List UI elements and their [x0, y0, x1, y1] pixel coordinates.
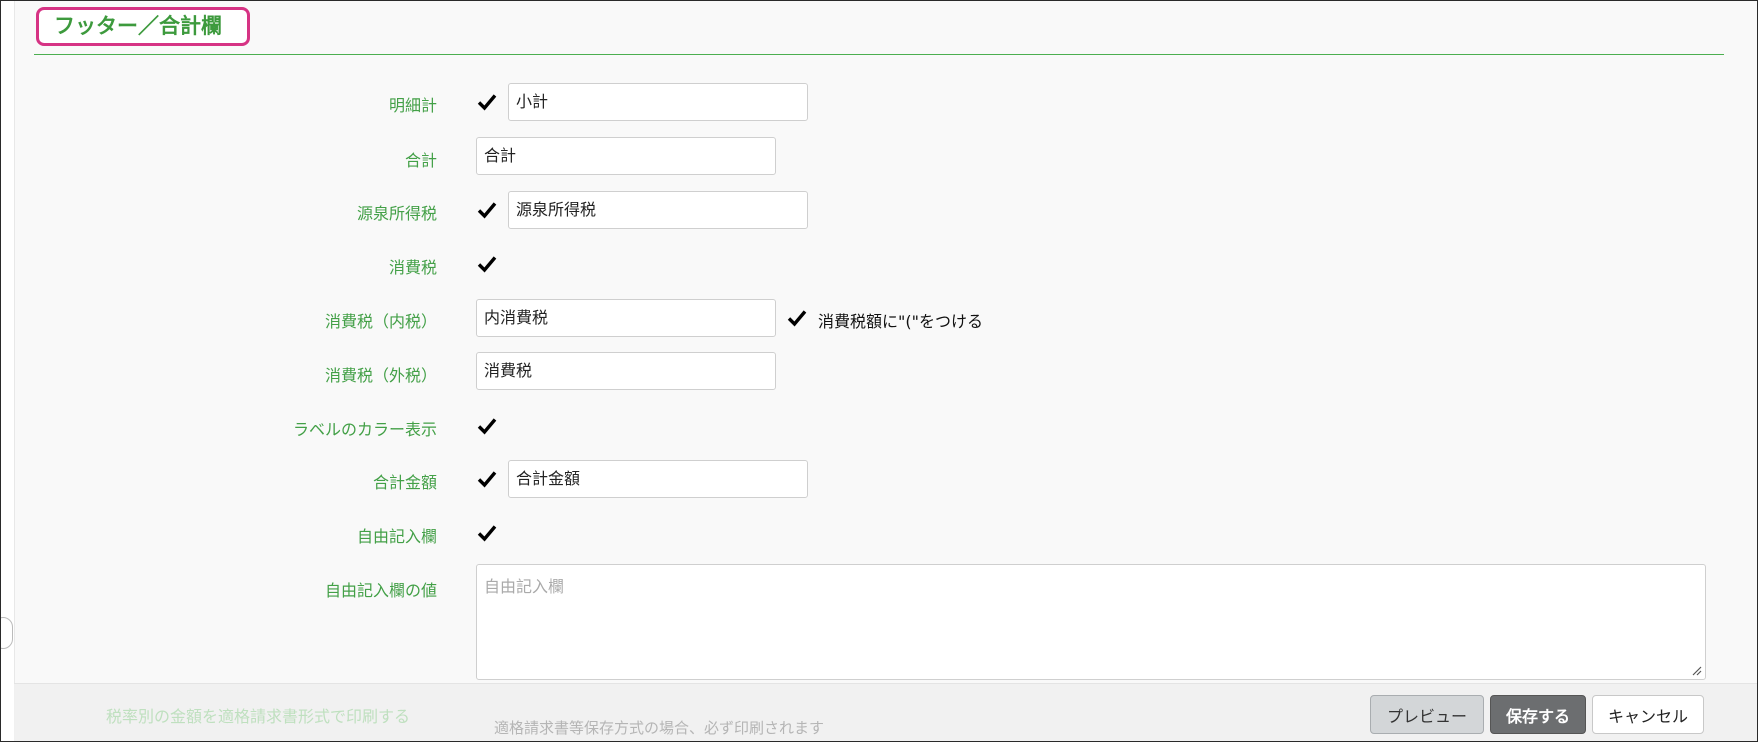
- checkmark-icon: [787, 309, 806, 327]
- input-meisaikei[interactable]: 小計: [508, 83, 808, 121]
- sidebar-toggle-handle[interactable]: [1, 617, 13, 649]
- input-gensen[interactable]: 源泉所得税: [508, 191, 808, 229]
- label-jiyuu: 自由記入欄: [356, 527, 437, 546]
- settings-panel: フッター／合計欄 明細計 小計 合計 合計 源泉所得税 源泉所得税 消費税 消費…: [0, 0, 1758, 742]
- textarea-jiyuu-value[interactable]: 自由記入欄: [476, 564, 1706, 680]
- tax-rate-print-note: 適格請求書等保存方式の場合、必ず印刷されます: [494, 719, 825, 737]
- label-meisaikei: 明細計: [388, 96, 437, 115]
- checkbox-shouhizei[interactable]: [476, 253, 497, 274]
- checkmark-icon: [477, 255, 496, 273]
- save-button[interactable]: 保存する: [1490, 695, 1586, 734]
- textarea-placeholder: 自由記入欄: [484, 577, 565, 596]
- label-tax-rate-print: 税率別の金額を適格請求書形式で印刷する: [106, 707, 411, 726]
- label-jiyuu-value: 自由記入欄の値: [324, 581, 437, 600]
- checkmark-icon: [477, 470, 496, 488]
- uchizei-paren-option-label: 消費税額に"("をつける: [818, 312, 983, 331]
- checkbox-label-color[interactable]: [476, 415, 497, 436]
- section-title: フッター／合計欄: [36, 7, 250, 46]
- label-label-color: ラベルのカラー表示: [292, 420, 437, 439]
- input-goukei-kingaku[interactable]: 合計金額: [508, 460, 808, 498]
- checkbox-jiyuu[interactable]: [476, 522, 497, 543]
- checkmark-icon: [477, 417, 496, 435]
- checkmark-icon: [477, 93, 496, 111]
- label-sotozei: 消費税（外税）: [324, 366, 437, 385]
- label-uchizei: 消費税（内税）: [324, 312, 437, 331]
- checkbox-gensen[interactable]: [476, 199, 497, 220]
- input-sotozei[interactable]: 消費税: [476, 352, 776, 390]
- checkbox-uchizei-paren[interactable]: [786, 307, 807, 328]
- label-gensen: 源泉所得税: [356, 204, 437, 223]
- label-goukei-kingaku: 合計金額: [372, 473, 437, 492]
- checkmark-icon: [477, 524, 496, 542]
- input-uchizei[interactable]: 内消費税: [476, 299, 776, 337]
- checkbox-goukei-kingaku[interactable]: [476, 468, 497, 489]
- input-goukei[interactable]: 合計: [476, 137, 776, 175]
- checkmark-icon: [477, 201, 496, 219]
- resize-grip-icon[interactable]: [1690, 664, 1702, 676]
- cancel-button[interactable]: キャンセル: [1592, 695, 1704, 734]
- section-divider: [34, 54, 1724, 55]
- label-shouhizei: 消費税: [388, 258, 437, 277]
- checkbox-meisaikei[interactable]: [476, 91, 497, 112]
- preview-button[interactable]: プレビュー: [1370, 695, 1484, 734]
- label-goukei: 合計: [404, 151, 437, 170]
